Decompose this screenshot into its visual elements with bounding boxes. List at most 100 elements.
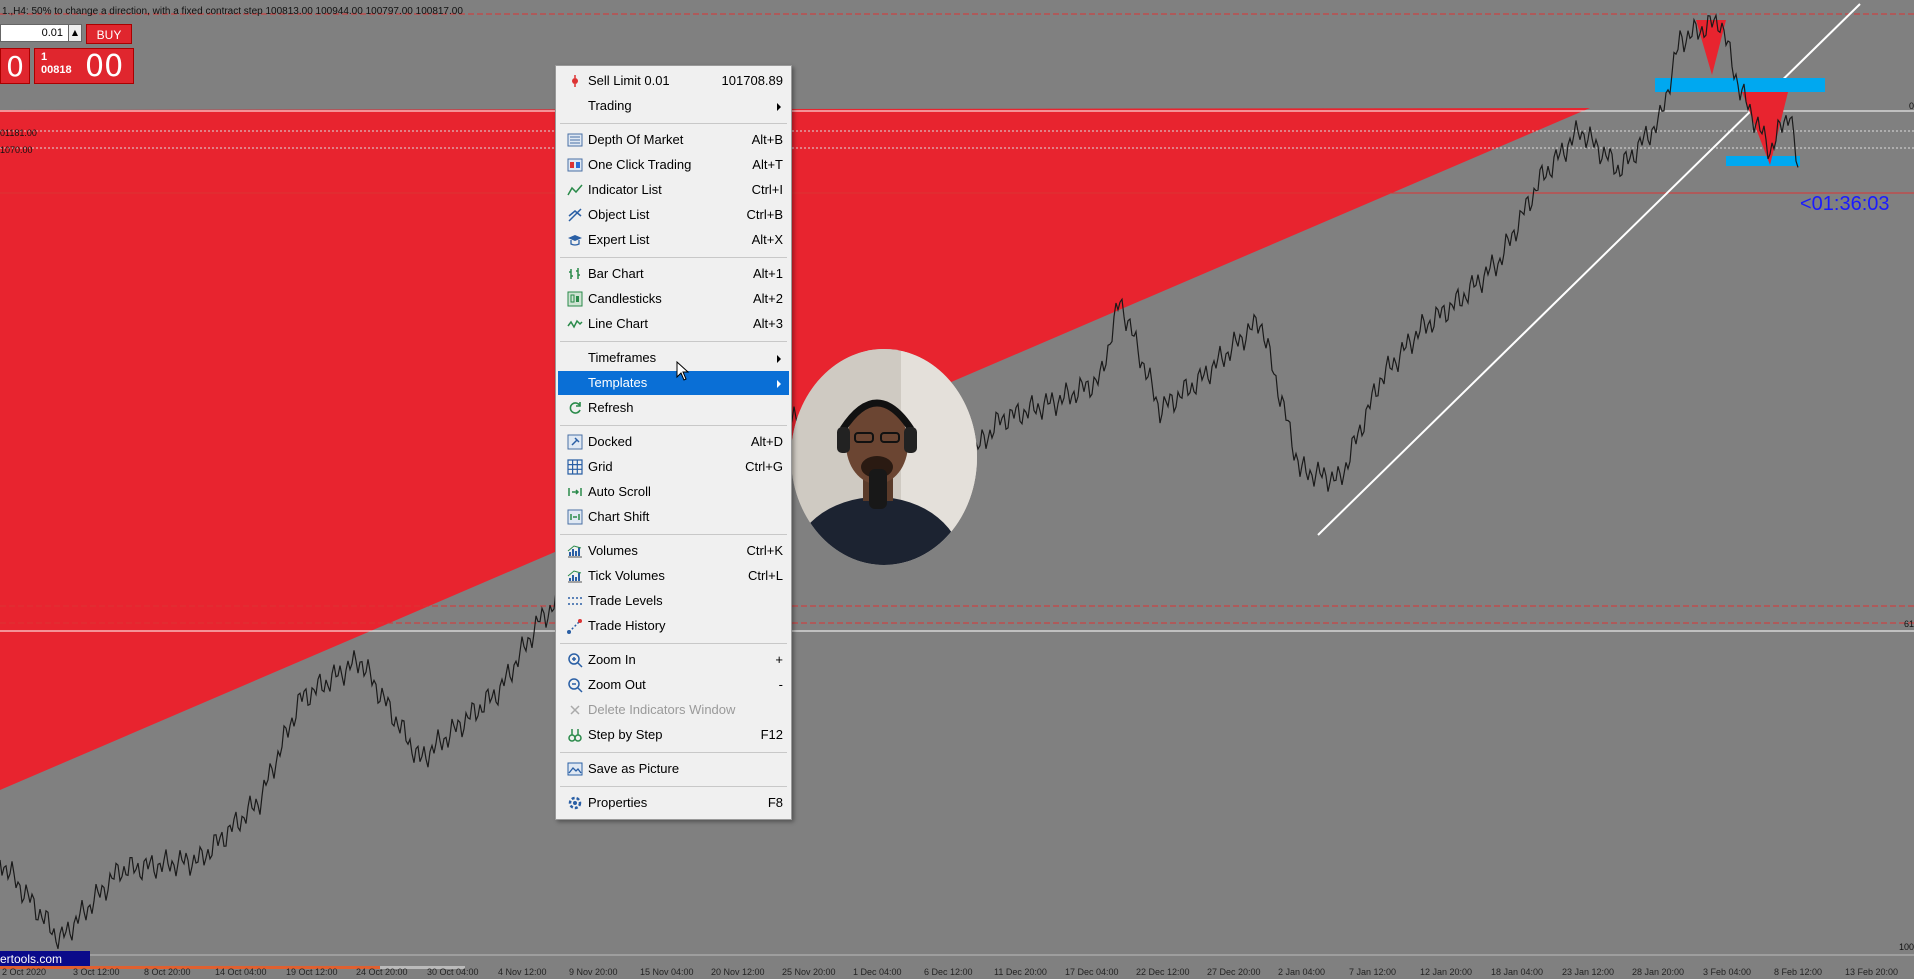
menu-item-shortcut: F12 (760, 727, 783, 742)
trade-history-icon (567, 618, 583, 634)
time-axis-label: 8 Feb 12:00 (1774, 967, 1823, 977)
menu-item-label: Docked (588, 434, 633, 449)
menu-separator (560, 257, 787, 258)
zoom-out-icon (567, 677, 583, 693)
menu-item-tick-volumes[interactable]: Tick Volumes Ctrl+L (558, 564, 789, 588)
lot-size-input[interactable]: 0.01 (0, 24, 70, 42)
menu-item-shortcut: Ctrl+B (746, 207, 783, 222)
menu-item-one-click-trading[interactable]: One Click Trading Alt+T (558, 153, 789, 177)
time-axis-label: 23 Jan 12:00 (1562, 967, 1615, 977)
menu-item-label: Line Chart (588, 316, 648, 331)
chart-info-text: 1.,H4: 50% to change a direction, with a… (2, 6, 463, 17)
chart-context-menu: Sell Limit 0.01 101708.89 Trading Depth Of … (555, 65, 792, 820)
time-axis-label: 2 Jan 04:00 (1278, 967, 1326, 977)
time-axis-label: 19 Oct 12:00 (286, 967, 338, 977)
sell-price-button[interactable]: 0 (0, 48, 30, 84)
tick-volumes-icon (567, 568, 583, 584)
trade-levels-icon (567, 593, 583, 609)
mouse-cursor-icon (676, 361, 690, 381)
menu-item-shortcut: F8 (767, 795, 783, 810)
menu-item-label: Refresh (588, 400, 634, 415)
menu-item-label: Templates (588, 375, 648, 390)
menu-item-label: Volumes (588, 543, 638, 558)
menu-separator (560, 643, 787, 644)
bar-chart-icon (567, 266, 583, 282)
menu-item-trade-levels[interactable]: Trade Levels (558, 589, 789, 613)
one-click-trading-panel: 0.01 ▲ BUY 0 1 00818 00 (0, 24, 134, 86)
menu-item-line-chart[interactable]: Line Chart Alt+3 (558, 312, 789, 336)
submenu-arrow-icon (777, 103, 781, 111)
menu-separator (560, 786, 787, 787)
menu-item-zoom-in[interactable]: Zoom In + (558, 648, 789, 672)
buy-button[interactable]: BUY (86, 24, 132, 44)
menu-separator (560, 425, 787, 426)
time-axis-label: 28 Jan 20:00 (1632, 967, 1685, 977)
price-label: 1070.00 (0, 145, 33, 155)
one-click-trading-icon (567, 157, 583, 173)
menu-item-volumes[interactable]: Volumes Ctrl+K (558, 539, 789, 563)
time-axis-label: 2 Oct 2020 (2, 967, 47, 977)
indicator-list-icon (567, 182, 583, 198)
time-axis-label: 11 Dec 20:00 (994, 967, 1047, 977)
menu-item-grid[interactable]: Grid Ctrl+G (558, 455, 789, 479)
menu-item-properties[interactable]: Properties F8 (558, 791, 789, 815)
time-axis: 2 Oct 2020 3 Oct 12:00 8 Oct 20:00 14 Oct 0… (0, 966, 1914, 979)
menu-item-trading[interactable]: Trading (558, 94, 789, 118)
menu-item-object-list[interactable]: Object List Ctrl+B (558, 203, 789, 227)
auto-scroll-icon (567, 484, 583, 500)
menu-item-step-by-step[interactable]: Step by Step F12 (558, 723, 789, 747)
menu-item-delete-indicators-window: Delete Indicators Window (558, 698, 789, 722)
time-axis-label: 1 Dec 04:00 (853, 967, 902, 977)
time-axis-label: 20 Nov 12:00 (711, 967, 765, 977)
menu-item-label: Tick Volumes (588, 568, 665, 583)
menu-item-templates[interactable]: Templates (558, 371, 789, 395)
menu-item-sell-limit[interactable]: Sell Limit 0.01 101708.89 (558, 69, 789, 93)
time-axis-label: 12 Jan 20:00 (1420, 967, 1473, 977)
menu-item-trade-history[interactable]: Trade History (558, 614, 789, 638)
menu-item-save-as-picture[interactable]: Save as Picture (558, 757, 789, 781)
menu-item-shortcut: - (778, 677, 783, 692)
menu-item-timeframes[interactable]: Timeframes (558, 346, 789, 370)
person-image (791, 349, 977, 565)
price-chart[interactable]: 1.,H4: 50% to change a direction, with a… (0, 0, 1914, 979)
menu-item-shortcut: Ctrl+G (745, 459, 783, 474)
menu-separator (560, 341, 787, 342)
menu-item-depth-of-market[interactable]: Depth Of Market Alt+B (558, 128, 789, 152)
object-list-icon (567, 207, 583, 223)
menu-item-bar-chart[interactable]: Bar Chart Alt+1 (558, 262, 789, 286)
menu-item-candlesticks[interactable]: Candlesticks Alt+2 (558, 287, 789, 311)
lot-spin-icon[interactable]: ▲ (68, 24, 82, 42)
menu-item-chart-shift[interactable]: Chart Shift (558, 505, 789, 529)
menu-item-refresh[interactable]: Refresh (558, 396, 789, 420)
buy-price-button[interactable]: 1 00818 00 (34, 48, 134, 84)
submenu-arrow-icon (777, 380, 781, 388)
delete-icon (567, 702, 583, 718)
price-label: 01181.00 (0, 128, 37, 138)
menu-item-shortcut: Alt+3 (753, 316, 783, 331)
menu-item-docked[interactable]: Docked Alt+D (558, 430, 789, 454)
menu-item-shortcut: Ctrl+I (751, 182, 783, 197)
menu-item-label: Chart Shift (588, 509, 650, 524)
right-axis-tick: 61 (1903, 619, 1914, 629)
menu-item-expert-list[interactable]: Expert List Alt+X (558, 228, 789, 252)
submenu-arrow-icon (777, 355, 781, 363)
menu-item-indicator-list[interactable]: Indicator List Ctrl+I (558, 178, 789, 202)
time-axis-label: 3 Oct 12:00 (73, 967, 120, 977)
time-axis-label: 24 Oct 20:00 (356, 967, 408, 977)
expert-list-icon (567, 232, 583, 248)
time-axis-label: 17 Dec 04:00 (1065, 967, 1119, 977)
menu-item-zoom-out[interactable]: Zoom Out - (558, 673, 789, 697)
buy-price-big: 00 (85, 49, 124, 84)
time-axis-label: 13 Feb 20:00 (1845, 967, 1899, 977)
menu-item-shortcut: Alt+1 (753, 266, 783, 281)
save-as-picture-icon (567, 761, 583, 777)
properties-icon (567, 795, 583, 811)
menu-item-shortcut: 101708.89 (721, 73, 783, 88)
menu-item-label: Expert List (588, 232, 650, 247)
step-by-step-icon (567, 727, 583, 743)
time-axis-label: 15 Nov 04:00 (640, 967, 694, 977)
menu-item-label: Object List (588, 207, 650, 222)
menu-item-shortcut: Alt+B (751, 132, 783, 147)
menu-item-auto-scroll[interactable]: Auto Scroll (558, 480, 789, 504)
right-axis-tick: 0 (1908, 101, 1914, 111)
